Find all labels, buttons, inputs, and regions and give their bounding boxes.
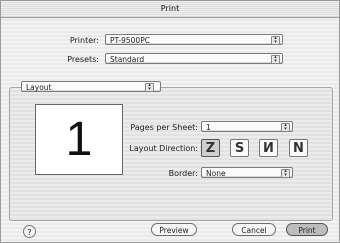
pages-per-sheet-popup[interactable]: 1 ▴ ▾ (201, 121, 293, 132)
presets-popup-value: Standard (110, 55, 145, 64)
section-popup[interactable]: Layout ▴ ▾ (21, 81, 161, 92)
border-popup-value: None (206, 169, 226, 178)
z-direction-icon: Z (205, 141, 216, 156)
help-button[interactable]: ? (23, 225, 36, 238)
border-label: Border: (168, 169, 198, 178)
popup-arrows-icon: ▴ ▾ (271, 55, 280, 64)
printer-label: Printer: (69, 36, 99, 45)
print-button[interactable]: Print (286, 223, 328, 236)
reverse-n-direction-icon: И (263, 141, 274, 156)
direction-reverse-n-button[interactable]: И (259, 139, 278, 157)
pages-per-sheet-label: Pages per Sheet: (130, 123, 198, 132)
printer-popup[interactable]: PT-9500PC ▴ ▾ (105, 34, 283, 45)
cancel-button[interactable]: Cancel (232, 223, 276, 236)
page-preview: 1 (35, 104, 123, 175)
help-icon: ? (27, 228, 32, 237)
pages-per-sheet-value: 1 (206, 123, 211, 132)
border-popup[interactable]: None ▴ ▾ (201, 167, 293, 178)
popup-arrows-icon: ▴ ▾ (271, 36, 280, 45)
presets-label: Presets: (67, 55, 99, 64)
n-direction-icon: N (293, 141, 304, 156)
popup-arrows-icon: ▴ ▾ (145, 83, 154, 92)
popup-arrows-icon: ▴ ▾ (281, 123, 290, 132)
direction-s-button[interactable]: S (230, 139, 249, 157)
presets-popup[interactable]: Standard ▴ ▾ (105, 53, 283, 64)
preview-button[interactable]: Preview (151, 223, 197, 236)
print-dialog: Print Printer: PT-9500PC ▴ ▾ Presets: Sta… (0, 0, 340, 243)
s-direction-icon: S (234, 141, 245, 156)
popup-arrows-icon: ▴ ▾ (281, 169, 290, 178)
window-title: Print (1, 1, 339, 18)
layout-direction-label: Layout Direction: (129, 144, 198, 153)
section-popup-value: Layout (26, 83, 52, 92)
direction-z-button[interactable]: Z (201, 139, 220, 157)
printer-popup-value: PT-9500PC (110, 36, 150, 45)
direction-n-button[interactable]: N (289, 139, 308, 157)
